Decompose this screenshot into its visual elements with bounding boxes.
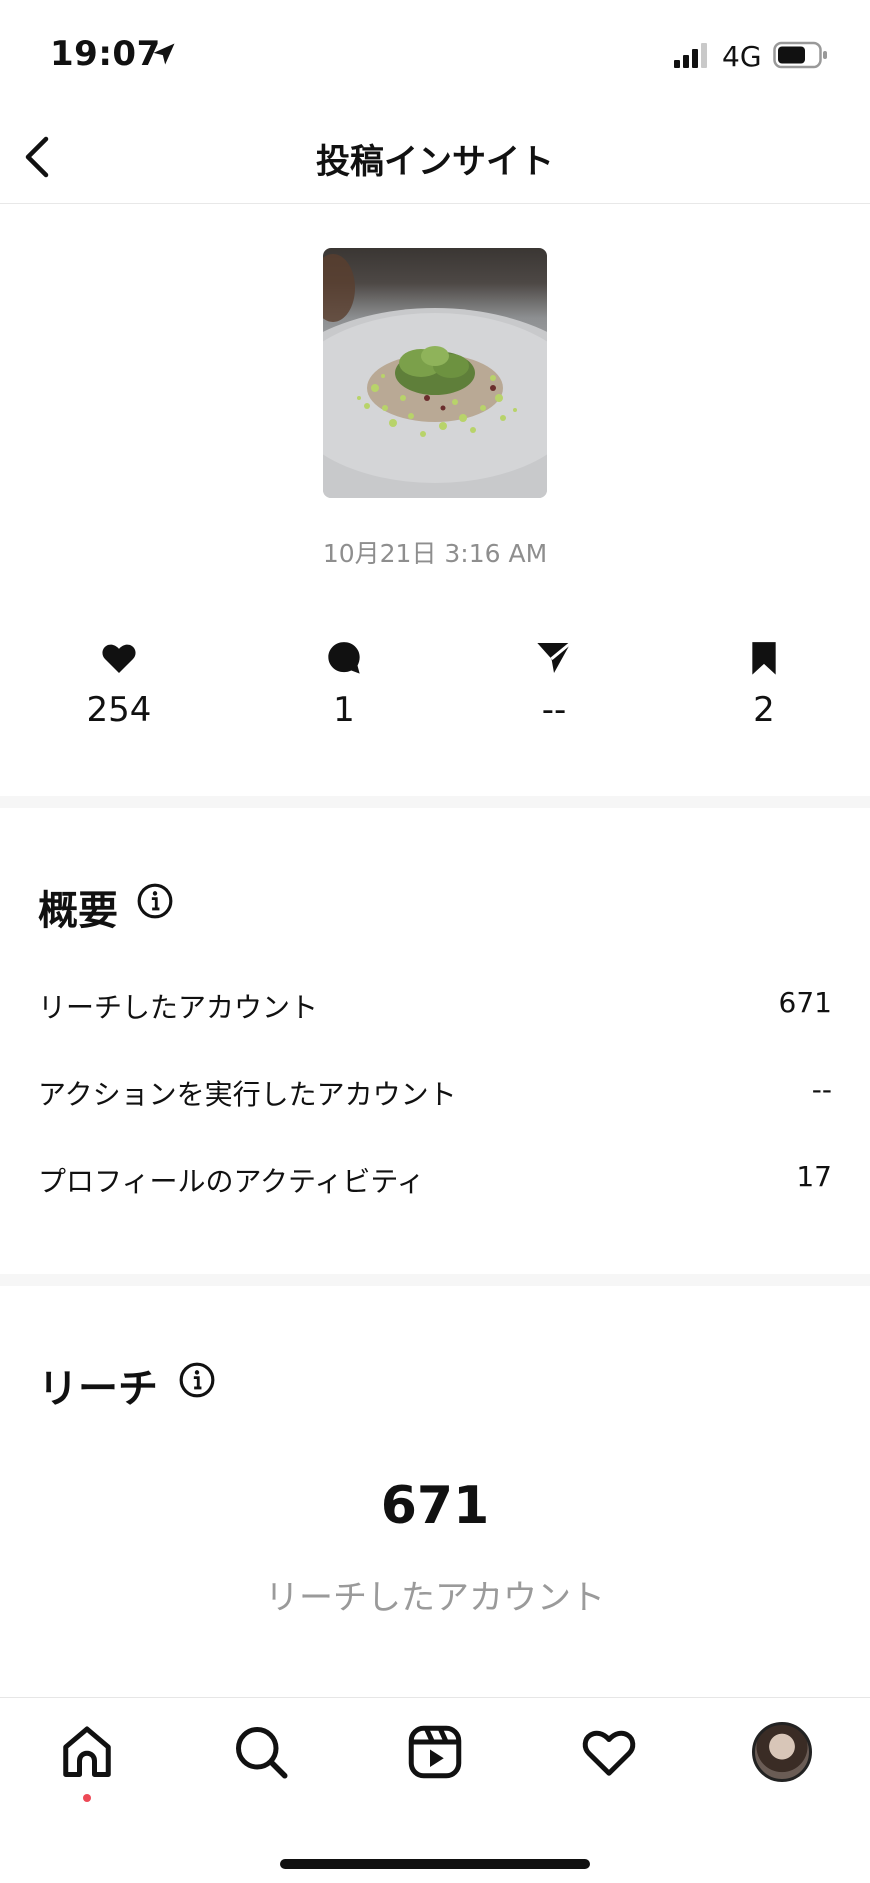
profile-activity-value: 17 (796, 1160, 832, 1193)
page-title: 投稿インサイト (316, 142, 554, 182)
post-date: 10月21日 3:16 AM (322, 539, 548, 568)
heart-icon (582, 1730, 636, 1776)
comments-metric: 1 (274, 638, 414, 730)
info-icon[interactable] (178, 1361, 216, 1399)
bookmark-icon (752, 642, 776, 675)
info-icon[interactable] (136, 882, 174, 920)
reach-title: リーチ (38, 1366, 158, 1412)
saves-metric: 2 (694, 638, 834, 730)
heart-icon (102, 644, 136, 673)
profile-activity-label[interactable]: プロフィールのアクティビティ (38, 1160, 425, 1200)
share-icon (537, 641, 572, 673)
home-icon (63, 1726, 111, 1777)
post-insights-screen: 19:07 4G 投稿インサイト 10月21日 3:16 AM 254 1 --… (0, 0, 870, 1883)
reached-accounts-value: 671 (778, 986, 832, 1019)
engaged-accounts-label[interactable]: アクションを実行したアカウント (38, 1073, 457, 1113)
tab-search[interactable] (231, 1722, 291, 1782)
search-icon (236, 1727, 288, 1779)
likes-count: 254 (86, 690, 152, 730)
post-thumbnail[interactable] (323, 248, 547, 498)
tab-reels[interactable] (405, 1722, 465, 1782)
signal-icon (674, 43, 707, 68)
reach-count-label: リーチしたアカウント (265, 1578, 605, 1618)
reach-count: 671 (380, 1476, 490, 1536)
tab-home[interactable] (57, 1722, 117, 1782)
home-indicator (280, 1859, 590, 1869)
saves-count: 2 (753, 690, 775, 730)
reels-icon (408, 1725, 462, 1779)
overview-title: 概要 (38, 888, 118, 934)
status-bar: 19:07 4G (0, 0, 870, 110)
notification-dot (83, 1794, 91, 1802)
comment-icon (328, 642, 360, 674)
reached-accounts-label[interactable]: リーチしたアカウント (38, 986, 318, 1026)
bottom-tab-bar (0, 1697, 870, 1883)
location-arrow-icon (153, 43, 175, 65)
engaged-accounts-value: -- (811, 1073, 832, 1106)
status-time: 19:07 (50, 34, 161, 74)
shares-count: -- (541, 690, 567, 730)
battery-icon (773, 41, 827, 69)
post-image (323, 254, 547, 498)
likes-metric: 254 (49, 638, 189, 730)
nav-bar: 投稿インサイト (0, 110, 870, 204)
tab-activity[interactable] (579, 1722, 639, 1782)
comments-count: 1 (333, 690, 355, 730)
section-divider (0, 796, 870, 808)
shares-metric: -- (484, 638, 624, 730)
network-type: 4G (722, 40, 762, 73)
profile-avatar[interactable] (752, 1722, 812, 1782)
section-divider (0, 1274, 870, 1286)
